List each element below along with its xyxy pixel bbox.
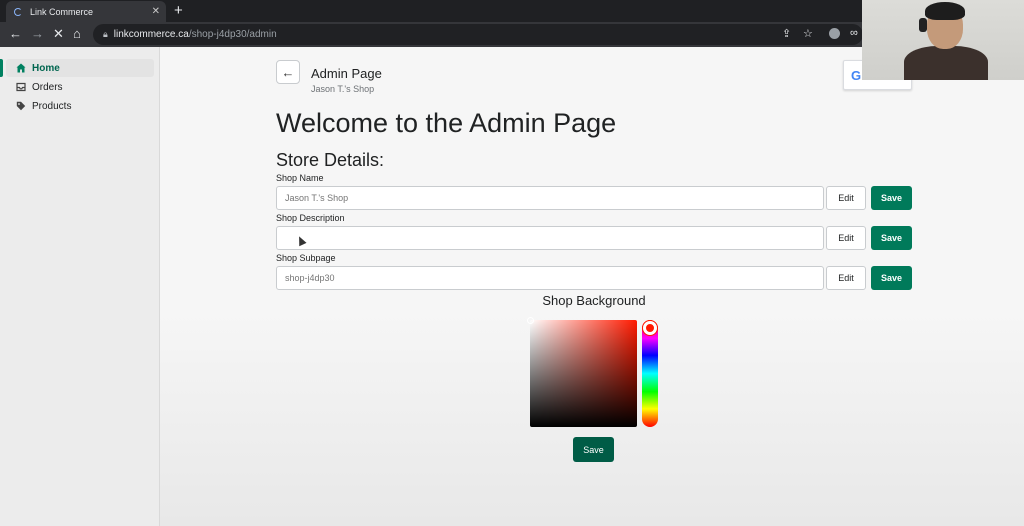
stop-loading-icon[interactable]: ✕ — [53, 26, 64, 42]
star-icon[interactable]: ☆ — [803, 27, 813, 40]
url-path: /shop-j4dp30/admin — [188, 29, 277, 40]
sidebar-item-products[interactable]: Products — [6, 97, 154, 115]
color-saturation-picker[interactable] — [527, 317, 637, 427]
shop-subpage-edit-button[interactable]: Edit — [826, 266, 866, 290]
hue-slider[interactable] — [642, 320, 658, 427]
extension-icon[interactable] — [829, 28, 840, 39]
page-content: Home Orders Products ← Admin Page Jason … — [0, 47, 1024, 526]
close-tab-icon[interactable]: ✕ — [152, 6, 160, 17]
sidebar-item-label: Products — [32, 100, 72, 112]
shop-description-save-button[interactable]: Save — [871, 226, 912, 250]
sidebar: Home Orders Products — [0, 47, 160, 526]
store-details-heading: Store Details: — [276, 150, 385, 170]
headset-icon — [919, 18, 927, 32]
webcam-overlay — [862, 0, 1024, 80]
shop-background-label: Shop Background — [542, 293, 646, 308]
sidebar-item-label: Orders — [32, 81, 63, 93]
shop-description-edit-button[interactable]: Edit — [826, 226, 866, 250]
glasses-icon[interactable]: ∞ — [850, 27, 858, 39]
address-bar[interactable]: 🔒︎ linkcommerce.ca/shop-j4dp30/admin — [93, 24, 863, 45]
google-logo-icon: G — [851, 67, 862, 83]
home-browser-icon[interactable]: ⌂ — [73, 26, 81, 42]
shop-name-label: Shop Name — [276, 173, 324, 183]
hue-slider-handle[interactable] — [643, 321, 657, 335]
new-tab-icon[interactable]: + — [174, 2, 183, 20]
saturation-handle[interactable] — [527, 317, 534, 324]
sidebar-item-home[interactable]: Home — [0, 59, 154, 77]
back-arrow-icon[interactable]: ← — [9, 26, 22, 42]
loading-spinner-icon — [14, 7, 22, 16]
url-host: linkcommerce.ca — [113, 29, 189, 40]
tab-title: Link Commerce — [30, 6, 94, 17]
background-save-button[interactable]: Save — [573, 437, 614, 462]
shop-subpage-save-button[interactable]: Save — [871, 266, 912, 290]
shop-name-edit-button[interactable]: Edit — [826, 186, 866, 210]
presenter-body — [904, 46, 988, 80]
browser-tab[interactable]: Link Commerce ✕ — [6, 1, 166, 22]
presenter-hair — [925, 2, 965, 20]
inbox-icon — [16, 82, 26, 92]
shop-description-input[interactable] — [276, 226, 824, 250]
arrow-left-icon: ← — [281, 64, 295, 80]
welcome-heading: Welcome to the Admin Page — [276, 108, 617, 138]
tag-icon — [16, 101, 26, 111]
home-icon — [16, 63, 26, 73]
shop-name-input[interactable] — [276, 186, 824, 210]
lock-icon: 🔒︎ — [103, 29, 108, 39]
page-subtitle: Jason T.'s Shop — [311, 84, 375, 94]
sidebar-item-orders[interactable]: Orders — [6, 78, 154, 96]
shop-description-label: Shop Description — [276, 213, 345, 223]
back-button[interactable]: ← — [276, 60, 300, 84]
forward-arrow-icon[interactable]: → — [31, 26, 44, 42]
page-title: Admin Page — [311, 66, 382, 81]
share-icon[interactable]: ⇪ — [782, 27, 791, 40]
shop-subpage-label: Shop Subpage — [276, 253, 336, 263]
shop-name-save-button[interactable]: Save — [871, 186, 912, 210]
sidebar-item-label: Home — [32, 62, 60, 74]
shop-subpage-input[interactable] — [276, 266, 824, 290]
